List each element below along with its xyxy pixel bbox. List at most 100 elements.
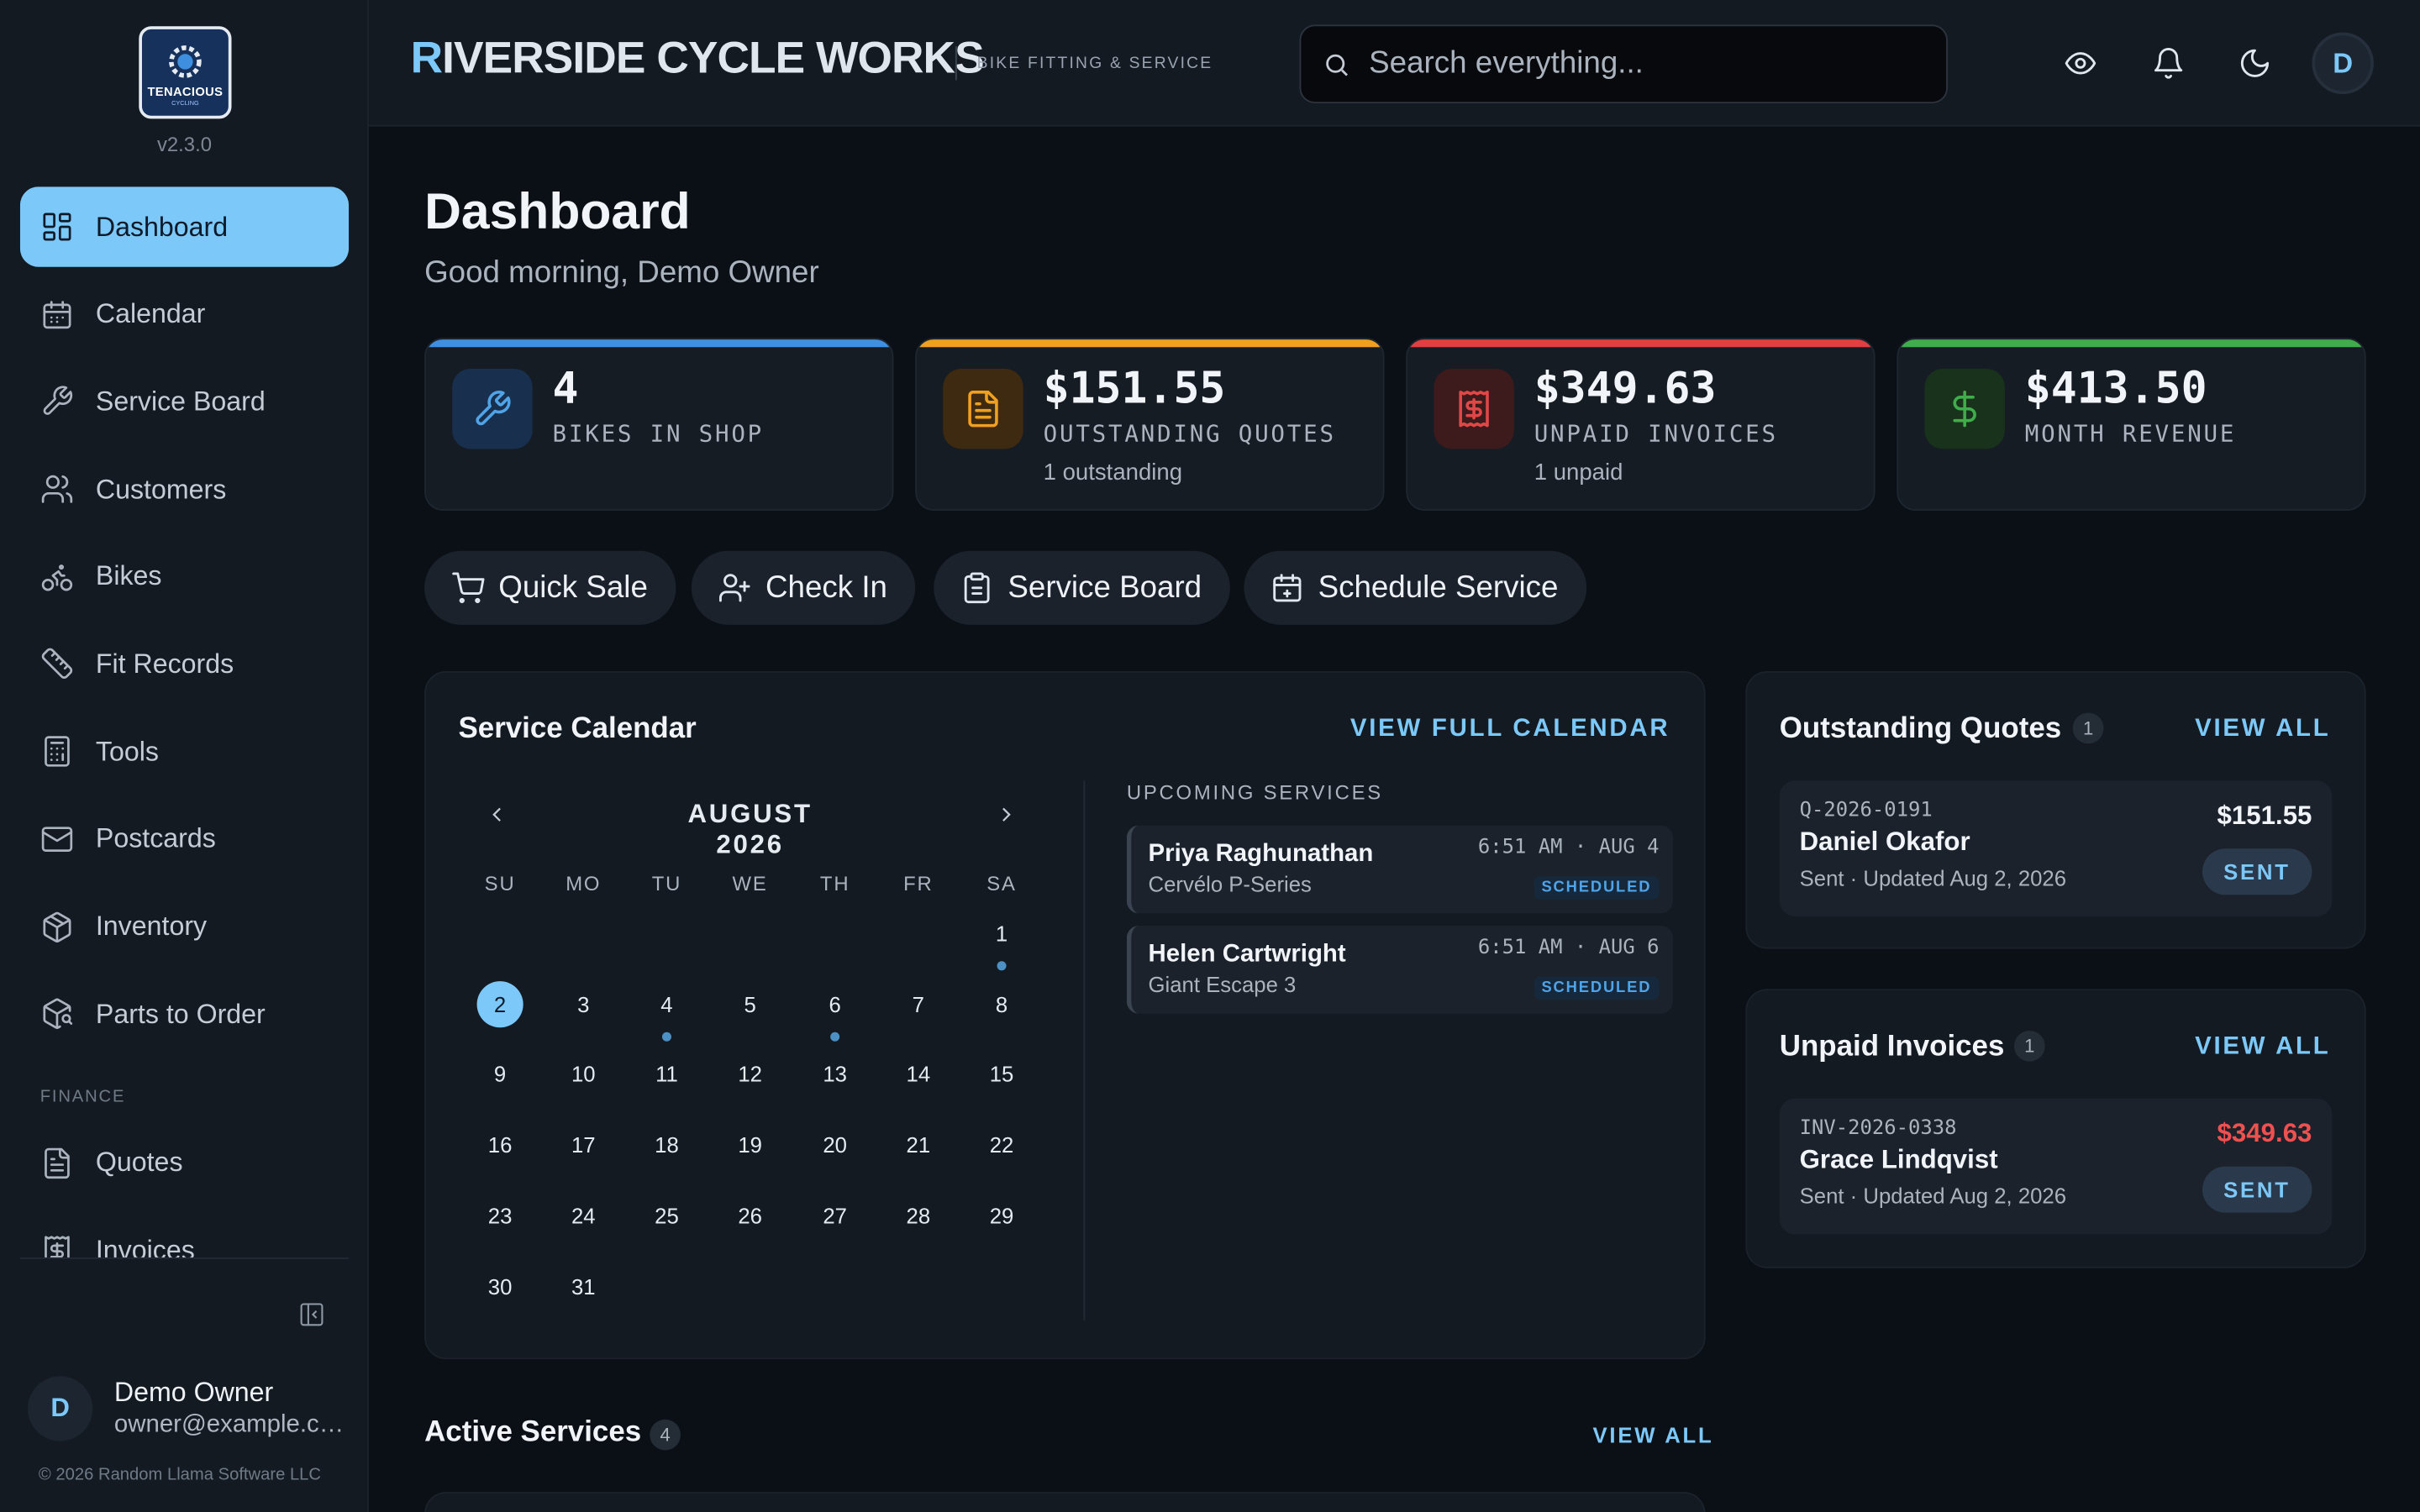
calendar-day[interactable]: 18	[644, 1121, 690, 1168]
calendar-day[interactable]: 21	[895, 1121, 941, 1168]
card-title: Outstanding Quotes	[1779, 712, 2062, 746]
view-all-services-link[interactable]: VIEW ALL	[1593, 1422, 1714, 1446]
user-avatar[interactable]: D	[28, 1376, 93, 1441]
sidebar-item-fit-records[interactable]: Fit Records	[20, 624, 349, 705]
brand-initial: R	[410, 34, 444, 84]
brand-name[interactable]: RIVERSIDE CYCLE WORKS	[410, 34, 985, 85]
calendar-day[interactable]: 26	[727, 1192, 773, 1238]
calendar-day[interactable]: 30	[477, 1263, 523, 1309]
sidebar-item-postcards[interactable]: Postcards	[20, 799, 349, 879]
prev-month-button[interactable]	[485, 802, 516, 833]
status-badge: SENT	[2202, 1166, 2312, 1213]
calendar-day[interactable]: 3	[560, 981, 607, 1027]
stat-card-unpaid-invoices[interactable]: $349.63 UNPAID INVOICES 1 unpaid	[1406, 338, 1876, 511]
calendar-day[interactable]: 7	[895, 981, 941, 1027]
visibility-toggle-button[interactable]	[2064, 46, 2097, 80]
stat-subtext: 1 outstanding	[1043, 459, 1183, 486]
view-full-calendar-link[interactable]: VIEW FULL CALENDAR	[1350, 716, 1670, 743]
calendar-day[interactable]: 6	[812, 981, 858, 1027]
calendar-day[interactable]: 17	[560, 1121, 607, 1168]
stat-card-bikes-in-shop[interactable]: 4 BIKES IN SHOP	[424, 338, 894, 511]
quick-action-label: Service Board	[1007, 570, 1202, 605]
unpaid-invoices-card: Unpaid Invoices 1 VIEW ALL INV-2026-0338…	[1745, 989, 2366, 1268]
sidebar-item-invoices[interactable]: Invoices	[20, 1210, 349, 1257]
quote-meta: Sent · Updated Aug 2, 2026	[1799, 865, 2067, 890]
theme-toggle-button[interactable]	[2238, 46, 2271, 80]
sidebar-item-label: Bikes	[95, 560, 162, 591]
check-in-button[interactable]: Check In	[691, 550, 916, 625]
calendar-day[interactable]: 29	[978, 1192, 1024, 1238]
calendar-day[interactable]: 4	[644, 981, 690, 1027]
sidebar-item-tools[interactable]: Tools	[20, 711, 349, 792]
calendar-divider	[1083, 780, 1086, 1321]
logo-subtext: CYCLING	[171, 97, 199, 106]
calendar-day[interactable]: 25	[644, 1192, 690, 1238]
view-all-invoices-link[interactable]: VIEW ALL	[2195, 1034, 2330, 1062]
page-title: Dashboard	[424, 181, 691, 239]
calendar-day[interactable]: 14	[895, 1052, 941, 1098]
bike-icon	[41, 564, 73, 591]
schedule-service-button[interactable]: Schedule Service	[1244, 550, 1586, 625]
calendar-day[interactable]: 1	[978, 911, 1024, 957]
chevron-left-icon	[492, 807, 501, 822]
stat-accent-bar	[917, 339, 1383, 348]
calendar-day[interactable]: 16	[477, 1121, 523, 1168]
upcoming-service-item[interactable]: Helen Cartwright Giant Escape 3 6:51 AM …	[1126, 926, 1674, 1014]
service-bike: Giant Escape 3	[1148, 972, 1297, 997]
stat-value: $151.55	[1043, 362, 1226, 414]
sidebar-item-customers[interactable]: Customers	[20, 449, 349, 530]
upcoming-service-item[interactable]: Priya Raghunathan Cervélo P-Series 6:51 …	[1126, 825, 1674, 914]
calendar-day[interactable]: 11	[644, 1052, 690, 1098]
service-board-button[interactable]: Service Board	[934, 550, 1230, 625]
stat-card-outstanding-quotes[interactable]: $151.55 OUTSTANDING QUOTES 1 outstanding	[915, 338, 1385, 511]
calendar-day[interactable]: 20	[812, 1121, 858, 1168]
calendar-day[interactable]: 24	[560, 1192, 607, 1238]
event-indicator-dot	[830, 1032, 840, 1042]
next-month-button[interactable]	[994, 802, 1025, 833]
weekday-header: MO	[566, 871, 602, 895]
upcoming-services-title: UPCOMING SERVICES	[1126, 780, 1383, 804]
stat-label: OUTSTANDING QUOTES	[1043, 419, 1336, 448]
app-logo[interactable]: TENACIOUS CYCLING	[139, 26, 232, 119]
logo-text: TENACIOUS	[147, 84, 224, 98]
quick-sale-button[interactable]: Quick Sale	[424, 550, 676, 625]
search-input[interactable]	[1369, 46, 1925, 82]
sidebar-item-bikes[interactable]: Bikes	[20, 537, 349, 617]
calendar-day[interactable]: 27	[812, 1192, 858, 1238]
calendar-day[interactable]: 8	[978, 981, 1024, 1027]
sidebar-item-service-board[interactable]: Service Board	[20, 361, 349, 442]
stat-icon-box	[452, 368, 533, 449]
calendar-day[interactable]: 12	[727, 1052, 773, 1098]
invoice-row[interactable]: INV-2026-0338 Grace Lindqvist Sent · Upd…	[1779, 1098, 2333, 1235]
calendar-day[interactable]: 31	[560, 1263, 607, 1309]
outstanding-quotes-card: Outstanding Quotes 1 VIEW ALL Q-2026-019…	[1745, 670, 2366, 949]
collapse-sidebar-button[interactable]	[297, 1300, 325, 1328]
sidebar-item-label: Invoices	[95, 1234, 195, 1257]
calendar-day[interactable]: 23	[477, 1192, 523, 1238]
view-all-quotes-link[interactable]: VIEW ALL	[2195, 716, 2330, 743]
invoice-number: INV-2026-0338	[1799, 1116, 1957, 1141]
stat-icon-box	[1434, 368, 1514, 449]
quote-row[interactable]: Q-2026-0191 Daniel Okafor Sent · Updated…	[1779, 780, 2333, 917]
sidebar-item-quotes[interactable]: Quotes	[20, 1123, 349, 1204]
search-box[interactable]	[1299, 24, 1948, 104]
calendar-day[interactable]: 10	[560, 1052, 607, 1098]
calendar-day[interactable]: 15	[978, 1052, 1024, 1098]
sidebar-item-dashboard[interactable]: Dashboard	[19, 186, 350, 267]
header-avatar[interactable]: D	[2312, 32, 2374, 95]
calendar-day[interactable]: 19	[727, 1121, 773, 1168]
calendar-day-today[interactable]: 2	[476, 980, 523, 1027]
sidebar-item-inventory[interactable]: Inventory	[20, 886, 349, 967]
sidebar-item-calendar[interactable]: Calendar	[20, 274, 349, 354]
ruler-icon	[41, 648, 73, 680]
stat-card-month-revenue[interactable]: $413.50 MONTH REVENUE	[1897, 338, 2366, 511]
calendar-day[interactable]: 9	[477, 1052, 523, 1098]
calendar-day[interactable]: 5	[727, 981, 773, 1027]
calendar-day[interactable]: 13	[812, 1052, 858, 1098]
quote-number: Q-2026-0191	[1799, 799, 1933, 822]
notifications-button[interactable]	[2151, 46, 2185, 80]
sidebar-item-parts-to-order[interactable]: Parts to Order	[20, 974, 349, 1054]
sidebar-item-label: Fit Records	[95, 648, 234, 680]
calendar-day[interactable]: 22	[978, 1121, 1024, 1168]
calendar-day[interactable]: 28	[895, 1192, 941, 1238]
